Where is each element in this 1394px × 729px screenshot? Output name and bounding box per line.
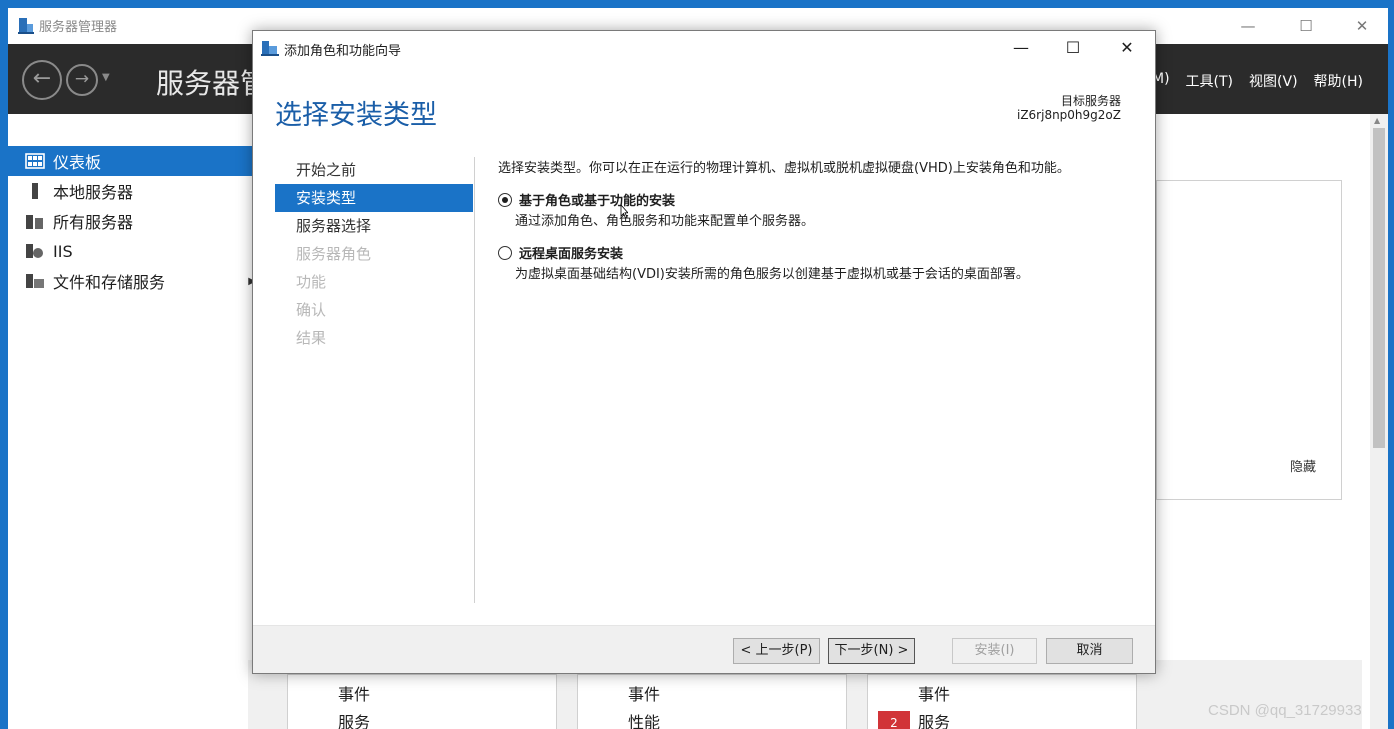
sidebar-item-label: IIS	[53, 241, 73, 261]
iis-icon	[26, 244, 43, 258]
step-before-you-begin[interactable]: 开始之前	[275, 156, 473, 184]
tile-performance-label[interactable]: 性能	[628, 709, 660, 729]
scrollbar[interactable]: ▲	[1370, 114, 1388, 729]
tile-card: 事件 性能	[577, 674, 847, 729]
menu-bar: M) 工具(T) 视图(V) 帮助(H)	[1152, 71, 1363, 91]
target-server-label: 目标服务器	[1060, 94, 1121, 108]
watermark: CSDN @qq_31729933	[1208, 702, 1362, 719]
step-confirmation: 确认	[296, 301, 327, 319]
server-icon	[32, 183, 38, 199]
tile-services-label[interactable]: 服务	[338, 709, 370, 729]
server-manager-icon	[18, 18, 34, 34]
menu-tools[interactable]: 工具(T)	[1186, 71, 1233, 91]
tile-events-label[interactable]: 事件	[918, 681, 950, 705]
step-results: 结果	[296, 329, 327, 347]
minimize-icon[interactable]: —	[1001, 35, 1041, 61]
sidebar-item-dashboard[interactable]: 仪表板	[8, 146, 256, 176]
welcome-panel	[1156, 180, 1342, 500]
back-arrow-icon[interactable]: ←	[22, 60, 62, 100]
step-installation-type[interactable]: 安装类型	[275, 184, 473, 212]
add-roles-wizard-dialog: 添加角色和功能向导 — ☐ ✕ 选择安装类型 目标服务器 iZ6rj8np0h9…	[252, 30, 1156, 674]
sidebar-item-label: 所有服务器	[53, 213, 134, 232]
radio-role-based[interactable]	[498, 193, 512, 207]
option-title[interactable]: 基于角色或基于功能的安装	[519, 190, 675, 209]
sidebar-item-iis[interactable]: IIS	[8, 236, 256, 266]
chevron-down-icon[interactable]: ▼	[102, 72, 110, 83]
option-description: 为虚拟桌面基础结构(VDI)安装所需的角色服务以创建基于虚拟机或基于会话的桌面部…	[515, 267, 1029, 282]
mouse-cursor-icon	[620, 205, 628, 219]
close-icon[interactable]: ✕	[1342, 14, 1382, 38]
close-icon[interactable]: ✕	[1107, 35, 1147, 61]
maximize-icon[interactable]: ☐	[1286, 14, 1326, 38]
sidebar-item-label: 仪表板	[53, 153, 102, 172]
wizard-icon	[261, 41, 279, 56]
sidebar-item-file-storage[interactable]: 文件和存储服务 ▶	[8, 266, 256, 296]
tile-services-label[interactable]: 服务	[918, 709, 950, 729]
tile-events-label[interactable]: 事件	[338, 681, 370, 705]
wizard-footer: < 上一步(P) 下一步(N) > 安装(I) 取消	[253, 625, 1155, 673]
maximize-icon[interactable]: ☐	[1053, 35, 1093, 61]
server-manager-title: 服务器管理器	[39, 20, 118, 35]
scroll-up-icon[interactable]: ▲	[1374, 116, 1380, 125]
cancel-button[interactable]: 取消	[1046, 638, 1133, 664]
next-button[interactable]: 下一步(N) >	[828, 638, 915, 664]
sidebar-item-label: 本地服务器	[53, 183, 134, 202]
status-badge: 2	[878, 711, 910, 729]
wizard-titlebar: 添加角色和功能向导 — ☐ ✕	[253, 31, 1155, 65]
tile-card: 事件 2 服务	[867, 674, 1137, 729]
previous-button[interactable]: < 上一步(P)	[733, 638, 820, 664]
hide-link[interactable]: 隐藏	[1290, 456, 1316, 475]
forward-arrow-icon[interactable]: →	[66, 64, 98, 96]
install-type-description: 选择安装类型。你可以在正在运行的物理计算机、虚拟机或脱机虚拟硬盘(VHD)上安装…	[498, 161, 1070, 176]
menu-help[interactable]: 帮助(H)	[1314, 71, 1363, 91]
minimize-icon[interactable]: —	[1228, 14, 1268, 38]
sidebar-item-local-server[interactable]: 本地服务器	[8, 176, 256, 206]
step-server-selection[interactable]: 服务器选择	[275, 212, 473, 240]
scrollbar-thumb[interactable]	[1373, 128, 1385, 448]
menu-view[interactable]: 视图(V)	[1249, 71, 1298, 91]
storage-icon	[26, 274, 44, 288]
divider	[474, 157, 475, 603]
tile-events-label[interactable]: 事件	[628, 681, 660, 705]
sidebar-item-all-servers[interactable]: 所有服务器	[8, 206, 256, 236]
step-features: 功能	[296, 273, 327, 291]
option-title[interactable]: 远程桌面服务安装	[519, 243, 623, 262]
sidebar-item-label: 文件和存储服务	[53, 273, 166, 292]
wizard-steps: 开始之前 安装类型 服务器选择 服务器角色 功能 确认 结果	[275, 156, 473, 352]
step-server-roles: 服务器角色	[296, 245, 372, 263]
target-server-value: iZ6rj8np0h9g2oZ	[1016, 108, 1121, 122]
dashboard-icon	[25, 153, 45, 169]
install-button: 安装(I)	[952, 638, 1037, 664]
servers-icon	[26, 215, 43, 229]
sidebar: 仪表板 本地服务器 所有服务器 IIS 文件和存储服务 ▶	[8, 114, 256, 729]
tile-card: 事件 服务	[287, 674, 557, 729]
wizard-heading: 选择安装类型	[275, 100, 437, 131]
radio-remote-desktop[interactable]	[498, 246, 512, 260]
wizard-title: 添加角色和功能向导	[284, 44, 402, 59]
option-description: 通过添加角色、角色服务和功能来配置单个服务器。	[515, 214, 815, 229]
